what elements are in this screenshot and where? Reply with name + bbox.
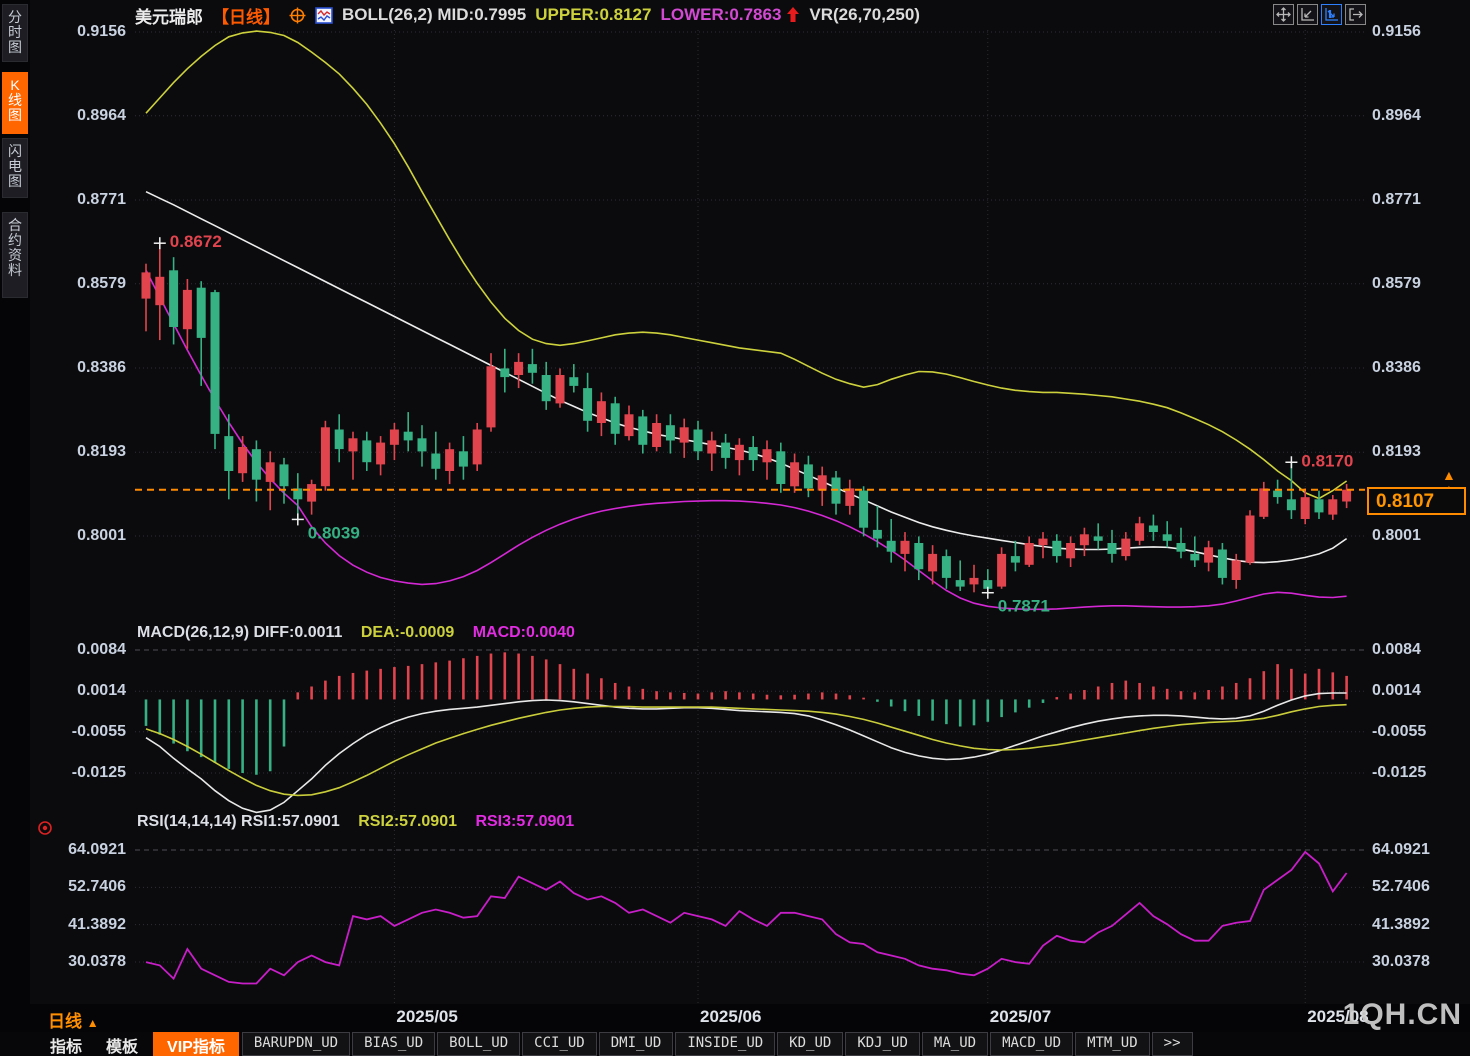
svg-text:0.8039: 0.8039 bbox=[308, 523, 360, 542]
y-axis-label: -0.0125 bbox=[30, 764, 126, 782]
y-axis-label: 0.0084 bbox=[30, 641, 126, 659]
crosshair-target-icon[interactable] bbox=[289, 7, 306, 24]
tab-indicator-DMIUD[interactable]: DMI_UD bbox=[599, 1032, 674, 1056]
y-axis-label: 30.0378 bbox=[30, 953, 126, 971]
period-tag[interactable]: 【日线】 bbox=[212, 3, 280, 28]
up-arrow-icon bbox=[786, 6, 800, 24]
y-axis-label: 0.8771 bbox=[1372, 191, 1421, 209]
macd-dea-label: DEA:-0.0009 bbox=[361, 624, 454, 641]
y-axis-label: 0.8964 bbox=[1372, 107, 1421, 125]
indicator-tab-bar: 指标模板VIP指标BARUPDN_UDBIAS_UDBOLL_UDCCI_UDD… bbox=[0, 1032, 1470, 1056]
tab-indicator-BARUPDNUD[interactable]: BARUPDN_UD bbox=[242, 1032, 350, 1056]
svg-text:0.7871: 0.7871 bbox=[998, 597, 1050, 616]
boll-mid-label: BOLL(26,2) MID:0.7995 bbox=[342, 5, 526, 25]
rsi-panel-header: RSI(14,14,14) RSI1:57.0901 RSI2:57.0901 … bbox=[137, 813, 574, 831]
y-axis-label: 0.9156 bbox=[1372, 23, 1421, 41]
tab-indicator-KDJUD[interactable]: KDJ_UD bbox=[845, 1032, 920, 1056]
boll-lower-label: LOWER:0.7863 bbox=[660, 5, 781, 25]
tab-indicator-KDUD[interactable]: KD_UD bbox=[777, 1032, 843, 1056]
y-axis-label: 0.8771 bbox=[30, 191, 126, 209]
trading-app-window: 0.8672 0.8039 0.7871 0.8170 分 时 图 K 线 图闪 电 图… bbox=[0, 0, 1470, 1056]
tab-indicator-BOLLUD[interactable]: BOLL_UD bbox=[437, 1032, 520, 1056]
axis-scale-left-icon[interactable] bbox=[1297, 4, 1318, 25]
svg-text:0.8672: 0.8672 bbox=[170, 232, 222, 251]
macd-panel-header: MACD(26,12,9) DIFF:0.0011 DEA:-0.0009 MA… bbox=[137, 624, 575, 642]
y-axis-label: 0.8386 bbox=[30, 359, 126, 377]
sidebar-item-0[interactable]: 分 时 图 bbox=[2, 4, 28, 62]
tab-0[interactable]: 指标 bbox=[38, 1032, 94, 1056]
y-axis-label: -0.0055 bbox=[1372, 723, 1426, 741]
tab-vip[interactable]: VIP指标 bbox=[153, 1032, 239, 1056]
y-axis-label: 41.3892 bbox=[1372, 916, 1430, 934]
mini-chart-icon[interactable] bbox=[315, 7, 333, 24]
macd-diff-label: MACD(26,12,9) DIFF:0.0011 bbox=[137, 624, 342, 641]
y-axis-label: 41.3892 bbox=[30, 916, 126, 934]
y-axis-label: 0.8193 bbox=[1372, 443, 1421, 461]
y-axis-label: 0.8386 bbox=[1372, 359, 1421, 377]
detach-window-icon[interactable] bbox=[1345, 4, 1366, 25]
y-axis-label: 0.9156 bbox=[30, 23, 126, 41]
macd-value-label: MACD:0.0040 bbox=[473, 624, 575, 641]
y-axis-label: 0.8579 bbox=[1372, 275, 1421, 293]
y-axis-label: -0.0055 bbox=[30, 723, 126, 741]
rsi2-label: RSI2:57.0901 bbox=[358, 813, 457, 830]
sidebar-item-3[interactable]: 合 约 资 料 bbox=[2, 212, 28, 298]
tab-indicator-[interactable]: >> bbox=[1152, 1032, 1193, 1056]
tab-indicator-MACDUD[interactable]: MACD_UD bbox=[990, 1032, 1073, 1056]
watermark: 1QH.CN bbox=[1343, 998, 1462, 1032]
y-axis-label: 0.0014 bbox=[30, 682, 126, 700]
x-axis-label: 2025/05 bbox=[396, 1007, 457, 1027]
symbol-name: 美元瑞郎 bbox=[135, 3, 203, 28]
pan-move-icon[interactable] bbox=[1273, 4, 1294, 25]
tab-indicator-BIASUD[interactable]: BIAS_UD bbox=[352, 1032, 435, 1056]
y-axis-label: 0.8193 bbox=[30, 443, 126, 461]
record-dot-icon[interactable] bbox=[37, 820, 53, 841]
sidebar: 分 时 图 K 线 图闪 电 图合 约 资 料 bbox=[0, 0, 30, 1056]
chart-canvas[interactable]: 0.8672 0.8039 0.7871 0.8170 bbox=[0, 0, 1470, 1056]
tab-1[interactable]: 模板 bbox=[94, 1032, 150, 1056]
rsi3-label: RSI3:57.0901 bbox=[475, 813, 574, 830]
boll-upper-label: UPPER:0.8127 bbox=[535, 5, 651, 25]
y-axis-label: 0.8001 bbox=[30, 527, 126, 545]
period-selector[interactable]: 日线 ▲ bbox=[48, 1007, 99, 1032]
tab-indicator-INSIDEUD[interactable]: INSIDE_UD bbox=[675, 1032, 775, 1056]
y-axis-label: 0.0084 bbox=[1372, 641, 1421, 659]
x-axis-label: 2025/06 bbox=[700, 1007, 761, 1027]
chart-toolbar bbox=[1273, 4, 1366, 25]
y-axis-label: 52.7406 bbox=[30, 878, 126, 896]
sidebar-item-2[interactable]: 闪 电 图 bbox=[2, 138, 28, 198]
y-axis-label: 30.0378 bbox=[1372, 953, 1430, 971]
y-axis-label: 0.8964 bbox=[30, 107, 126, 125]
y-axis-label: 52.7406 bbox=[1372, 878, 1430, 896]
chart-header: 美元瑞郎 【日线】 BOLL(26,2) MID:0.7995 UPPER:0.… bbox=[135, 2, 920, 28]
y-axis-label: 0.8001 bbox=[1372, 527, 1421, 545]
current-price-box: 0.8107 bbox=[1367, 487, 1466, 515]
x-axis-label: 2025/07 bbox=[990, 1007, 1051, 1027]
y-axis-label: 64.0921 bbox=[30, 841, 126, 859]
svg-text:0.8170: 0.8170 bbox=[1301, 451, 1353, 470]
y-axis-label: 0.0014 bbox=[1372, 682, 1421, 700]
axis-scale-right-icon[interactable] bbox=[1321, 4, 1342, 25]
vr-label: VR(26,70,250) bbox=[809, 5, 920, 25]
y-axis-label: 64.0921 bbox=[1372, 841, 1430, 859]
x-axis-row: 日线 ▲ 1QH.CN 2025/052025/062025/072025/08 bbox=[0, 1004, 1470, 1032]
sidebar-item-1[interactable]: K 线 图 bbox=[2, 72, 28, 134]
rsi1-label: RSI(14,14,14) RSI1:57.0901 bbox=[137, 813, 340, 830]
tab-indicator-MAUD[interactable]: MA_UD bbox=[922, 1032, 988, 1056]
tab-indicator-CCIUD[interactable]: CCI_UD bbox=[522, 1032, 597, 1056]
tab-indicator-MTMUD[interactable]: MTM_UD bbox=[1075, 1032, 1150, 1056]
y-axis-label: -0.0125 bbox=[1372, 764, 1426, 782]
y-axis-label: 0.8579 bbox=[30, 275, 126, 293]
